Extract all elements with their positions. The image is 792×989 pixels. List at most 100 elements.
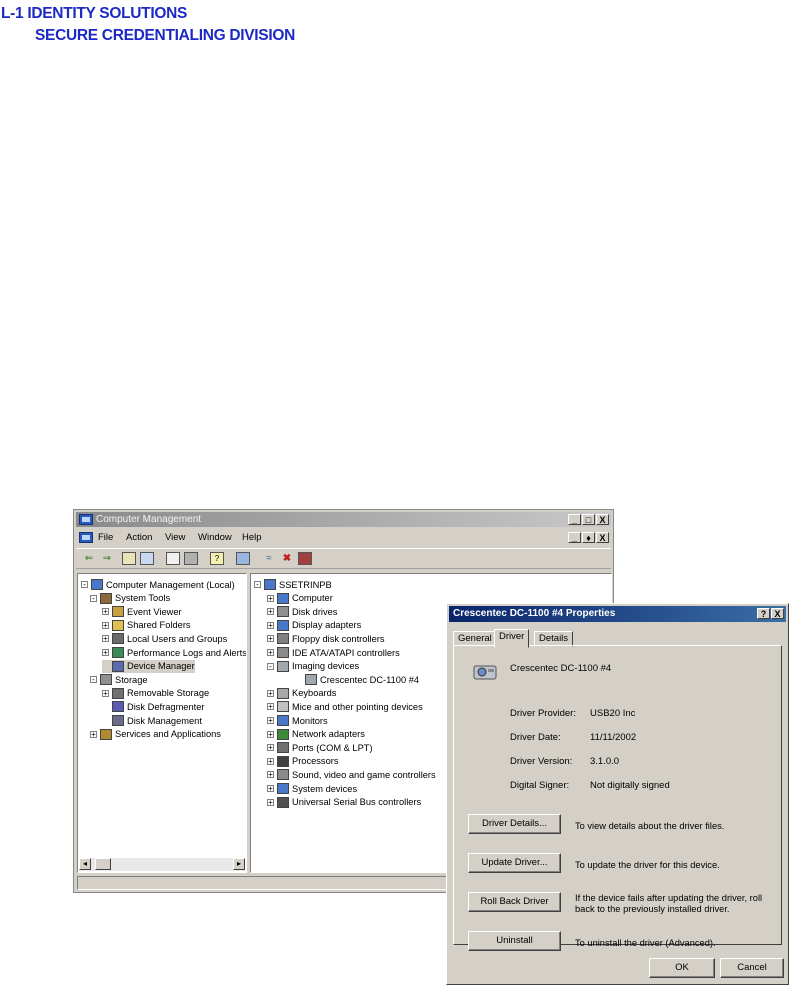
- menu-help[interactable]: Help: [242, 532, 262, 543]
- expand-icon[interactable]: +: [90, 730, 97, 738]
- expand-icon[interactable]: +: [267, 608, 274, 616]
- device-tree-item[interactable]: + Floppy disk controllers: [267, 632, 385, 645]
- expand-icon[interactable]: +: [267, 730, 274, 738]
- expand-icon[interactable]: +: [267, 621, 274, 629]
- expand-icon[interactable]: +: [267, 757, 274, 765]
- digital-signer-value: Not digitally signed: [590, 780, 670, 791]
- device-tree-item[interactable]: - Imaging devices: [267, 660, 359, 673]
- collapse-icon[interactable]: -: [90, 676, 97, 684]
- expand-icon[interactable]: +: [267, 771, 274, 779]
- device-tree-item[interactable]: + Ports (COM & LPT): [267, 741, 373, 754]
- expand-icon[interactable]: +: [267, 649, 274, 657]
- ok-button[interactable]: OK: [649, 958, 715, 978]
- tree-item-label: Monitors: [292, 715, 328, 726]
- left-tree-item[interactable]: + Services and Applications: [90, 728, 221, 741]
- main-titlebar[interactable]: Computer Management _ □ X: [76, 512, 611, 527]
- device-tree-item[interactable]: + Computer: [267, 592, 333, 605]
- expand-icon[interactable]: +: [102, 608, 109, 616]
- device-tree-item[interactable]: + Monitors: [267, 714, 328, 727]
- device-tree-item[interactable]: Crescentec DC-1100 #4: [295, 673, 419, 686]
- menu-file[interactable]: File: [98, 532, 113, 543]
- scroll-thumb[interactable]: [95, 858, 111, 870]
- left-tree-item[interactable]: + Shared Folders: [102, 619, 191, 632]
- expand-icon[interactable]: +: [102, 689, 109, 697]
- device-tree-item[interactable]: + Universal Serial Bus controllers: [267, 796, 421, 809]
- scroll-right-button[interactable]: ▸: [233, 858, 245, 870]
- left-tree-item[interactable]: Disk Management: [102, 714, 202, 727]
- device-tree-item[interactable]: + Mice and other pointing devices: [267, 700, 423, 713]
- device-tree-item[interactable]: + Processors: [267, 755, 339, 768]
- scan-hardware-icon[interactable]: ≈: [262, 552, 276, 565]
- left-tree-item[interactable]: + Local Users and Groups: [102, 632, 227, 645]
- roll-back-description: If the device fails after updating the d…: [575, 893, 763, 914]
- left-tree-item[interactable]: Device Manager: [102, 659, 195, 673]
- expand-icon[interactable]: +: [267, 785, 274, 793]
- device-tree-item[interactable]: - SSETRINPB: [254, 578, 332, 591]
- device-tree-item[interactable]: + IDE ATA/ATAPI controllers: [267, 646, 400, 659]
- dialog-help-button[interactable]: ?: [757, 608, 770, 619]
- tree-item-label: Mice and other pointing devices: [292, 701, 423, 712]
- expand-icon[interactable]: +: [102, 649, 109, 657]
- expand-icon[interactable]: +: [102, 635, 109, 643]
- device-tree-item[interactable]: + Network adapters: [267, 728, 365, 741]
- left-tree-item[interactable]: Disk Defragmenter: [102, 700, 205, 713]
- disable-device-icon[interactable]: [298, 552, 312, 565]
- child-minimize-button[interactable]: _: [568, 532, 581, 543]
- device-tree-item[interactable]: + Keyboards: [267, 687, 336, 700]
- expand-icon[interactable]: +: [267, 717, 274, 725]
- left-tree-item[interactable]: - Computer Management (Local): [81, 578, 235, 591]
- device-tree-item[interactable]: + Display adapters: [267, 619, 361, 632]
- console-tree-pane[interactable]: - Computer Management (Local) - System Tool…: [77, 573, 247, 873]
- driver-details-button[interactable]: Driver Details...: [468, 814, 561, 834]
- update-driver-button[interactable]: Update Driver...: [468, 853, 561, 873]
- menu-window[interactable]: Window: [198, 532, 232, 543]
- collapse-icon[interactable]: -: [90, 594, 97, 602]
- uninstall-button[interactable]: Uninstall: [468, 931, 561, 951]
- back-arrow-icon[interactable]: ⇐: [82, 552, 96, 565]
- horizontal-scrollbar[interactable]: ◂ ▸: [79, 858, 245, 871]
- collapse-icon[interactable]: -: [267, 662, 274, 670]
- scroll-left-button[interactable]: ◂: [79, 858, 91, 870]
- left-tree-item[interactable]: - System Tools: [90, 592, 170, 605]
- expand-icon[interactable]: +: [267, 798, 274, 806]
- uninstall-icon[interactable]: ✖: [280, 552, 294, 565]
- child-restore-button[interactable]: ♦: [582, 532, 595, 543]
- show-tree-icon[interactable]: [140, 552, 154, 565]
- print-icon[interactable]: [184, 552, 198, 565]
- help-icon[interactable]: ?: [210, 552, 224, 565]
- expand-icon[interactable]: +: [267, 744, 274, 752]
- up-level-icon[interactable]: [122, 552, 136, 565]
- child-close-button[interactable]: X: [596, 532, 609, 543]
- left-tree-item[interactable]: - Storage: [90, 673, 148, 686]
- mouse-icon: [277, 701, 289, 713]
- device-tree-item[interactable]: + System devices: [267, 782, 357, 795]
- properties-icon[interactable]: [166, 552, 180, 565]
- device-tree-item[interactable]: + Disk drives: [267, 605, 337, 618]
- cancel-button[interactable]: Cancel: [720, 958, 784, 978]
- dialog-close-button[interactable]: X: [771, 608, 784, 619]
- expand-icon[interactable]: +: [267, 635, 274, 643]
- tab-driver[interactable]: Driver: [494, 629, 530, 648]
- left-tree-item[interactable]: + Removable Storage: [102, 687, 209, 700]
- expand-icon[interactable]: +: [267, 689, 274, 697]
- device-tree-item[interactable]: + Sound, video and game controllers: [267, 768, 436, 781]
- collapse-icon[interactable]: -: [254, 581, 261, 589]
- tree-item-label: Keyboards: [292, 688, 337, 699]
- collapse-icon[interactable]: -: [81, 581, 88, 589]
- left-tree-item[interactable]: + Performance Logs and Alerts: [102, 646, 246, 659]
- sound-icon: [277, 769, 289, 781]
- roll-back-driver-button[interactable]: Roll Back Driver: [468, 892, 561, 912]
- menu-action[interactable]: Action: [126, 532, 152, 543]
- maximize-button[interactable]: □: [582, 514, 595, 525]
- minimize-button[interactable]: _: [568, 514, 581, 525]
- expand-icon[interactable]: +: [267, 703, 274, 711]
- expand-icon[interactable]: +: [267, 594, 274, 602]
- menu-view[interactable]: View: [165, 532, 185, 543]
- dialog-titlebar[interactable]: Crescentec DC-1100 #4 Properties ? X: [449, 606, 786, 622]
- computer-toolbar-icon[interactable]: [236, 552, 250, 565]
- forward-arrow-icon[interactable]: ⇒: [100, 552, 114, 565]
- expand-icon[interactable]: +: [102, 621, 109, 629]
- left-tree-item[interactable]: + Event Viewer: [102, 605, 182, 618]
- main-window-title: Computer Management: [96, 514, 202, 525]
- close-button[interactable]: X: [596, 514, 609, 525]
